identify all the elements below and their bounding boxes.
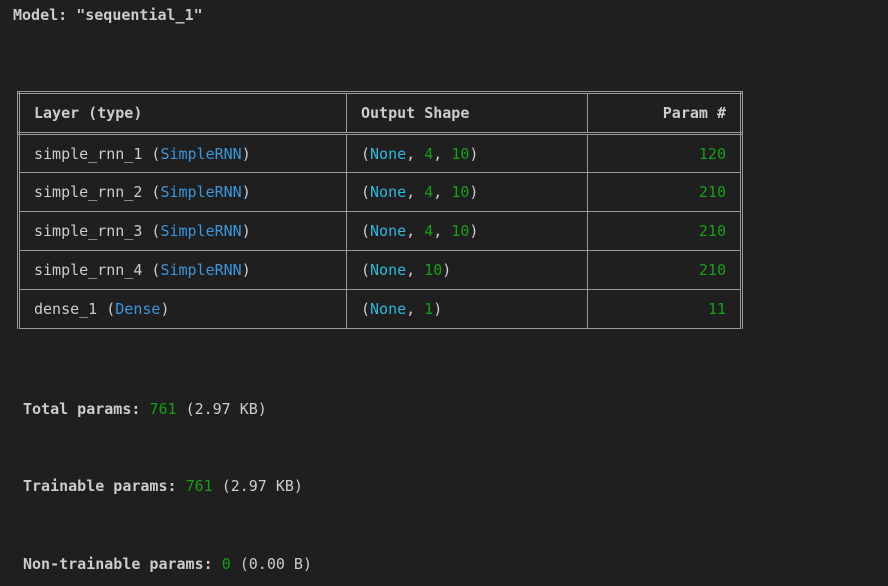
table-row: simple_rnn_4 (SimpleRNN) (None, 10) 210 xyxy=(17,250,743,290)
shape-dimension: 4 xyxy=(424,183,434,201)
shape-dimension: 1 xyxy=(424,300,434,318)
table-header-row: Layer (type) Output Shape Param # xyxy=(17,91,743,135)
trainable-params-size: (2.97 KB) xyxy=(221,477,303,495)
model-title: Model: "sequential_1" xyxy=(13,6,203,24)
layer-name: simple_rnn_2 xyxy=(34,183,143,201)
param-count-cell: 210 xyxy=(587,172,743,212)
total-params-label: Total params: xyxy=(23,400,141,418)
total-params-size: (2.97 KB) xyxy=(185,400,267,418)
param-count-cell: 11 xyxy=(587,289,743,329)
total-params-line: Total params: 761 (2.97 KB) xyxy=(23,400,267,418)
layer-cell: simple_rnn_3 (SimpleRNN) xyxy=(17,211,347,251)
table-row: dense_1 (Dense) (None, 1) 11 xyxy=(17,289,743,329)
shape-dimension: 10 xyxy=(424,261,443,279)
table-row: simple_rnn_3 (SimpleRNN) (None, 4, 10) 210 xyxy=(17,211,743,251)
layer-summary-table: Layer (type) Output Shape Param # simple… xyxy=(17,91,743,329)
output-shape-cell: (None, 4, 10) xyxy=(346,133,588,173)
trainable-params-label: Trainable params: xyxy=(23,477,177,495)
non-trainable-params-size: (0.00 B) xyxy=(239,555,312,573)
header-output-shape: Output Shape xyxy=(346,91,588,135)
shape-dimension: None xyxy=(370,144,407,163)
non-trainable-params-line: Non-trainable params: 0 (0.00 B) xyxy=(23,555,312,573)
layer-type: SimpleRNN xyxy=(160,144,242,163)
output-shape-cell: (None, 4, 10) xyxy=(346,211,588,251)
header-layer-type: Layer (type) xyxy=(17,91,347,135)
layer-type: Dense xyxy=(115,300,161,318)
shape-dimension: 10 xyxy=(451,144,470,163)
layer-cell: simple_rnn_4 (SimpleRNN) xyxy=(17,250,347,290)
layer-name: simple_rnn_3 xyxy=(34,222,143,240)
shape-dimension: 10 xyxy=(451,183,470,201)
layer-type: SimpleRNN xyxy=(160,261,242,279)
shape-dimension: None xyxy=(370,261,407,279)
header-param-count: Param # xyxy=(587,91,743,135)
output-shape-cell: (None, 10) xyxy=(346,250,588,290)
layer-name: simple_rnn_4 xyxy=(34,261,143,279)
output-shape-cell: (None, 1) xyxy=(346,289,588,329)
param-count-cell: 210 xyxy=(587,250,743,290)
layer-name: dense_1 xyxy=(34,300,98,318)
shape-dimension: None xyxy=(370,300,407,318)
non-trainable-params-label: Non-trainable params: xyxy=(23,555,213,573)
shape-dimension: 10 xyxy=(451,222,470,240)
shape-dimension: 4 xyxy=(424,144,434,163)
trainable-params-line: Trainable params: 761 (2.97 KB) xyxy=(23,477,303,495)
shape-dimension: None xyxy=(370,222,407,240)
layer-cell: dense_1 (Dense) xyxy=(17,289,347,329)
table-body: simple_rnn_1 (SimpleRNN) (None, 4, 10) 120… xyxy=(17,133,743,329)
non-trainable-params-value: 0 xyxy=(221,555,231,573)
param-count-cell: 120 xyxy=(587,133,743,173)
table-row: simple_rnn_2 (SimpleRNN) (None, 4, 10) 210 xyxy=(17,172,743,212)
trainable-params-value: 761 xyxy=(185,477,213,495)
shape-dimension: 4 xyxy=(424,222,434,240)
layer-name: simple_rnn_1 xyxy=(34,144,143,163)
table-row: simple_rnn_1 (SimpleRNN) (None, 4, 10) 120 xyxy=(17,133,743,173)
param-count-cell: 210 xyxy=(587,211,743,251)
layer-cell: simple_rnn_1 (SimpleRNN) xyxy=(17,133,347,173)
layer-cell: simple_rnn_2 (SimpleRNN) xyxy=(17,172,347,212)
shape-dimension: None xyxy=(370,183,407,201)
layer-type: SimpleRNN xyxy=(160,183,242,201)
output-shape-cell: (None, 4, 10) xyxy=(346,172,588,212)
layer-type: SimpleRNN xyxy=(160,222,242,240)
total-params-value: 761 xyxy=(149,400,177,418)
